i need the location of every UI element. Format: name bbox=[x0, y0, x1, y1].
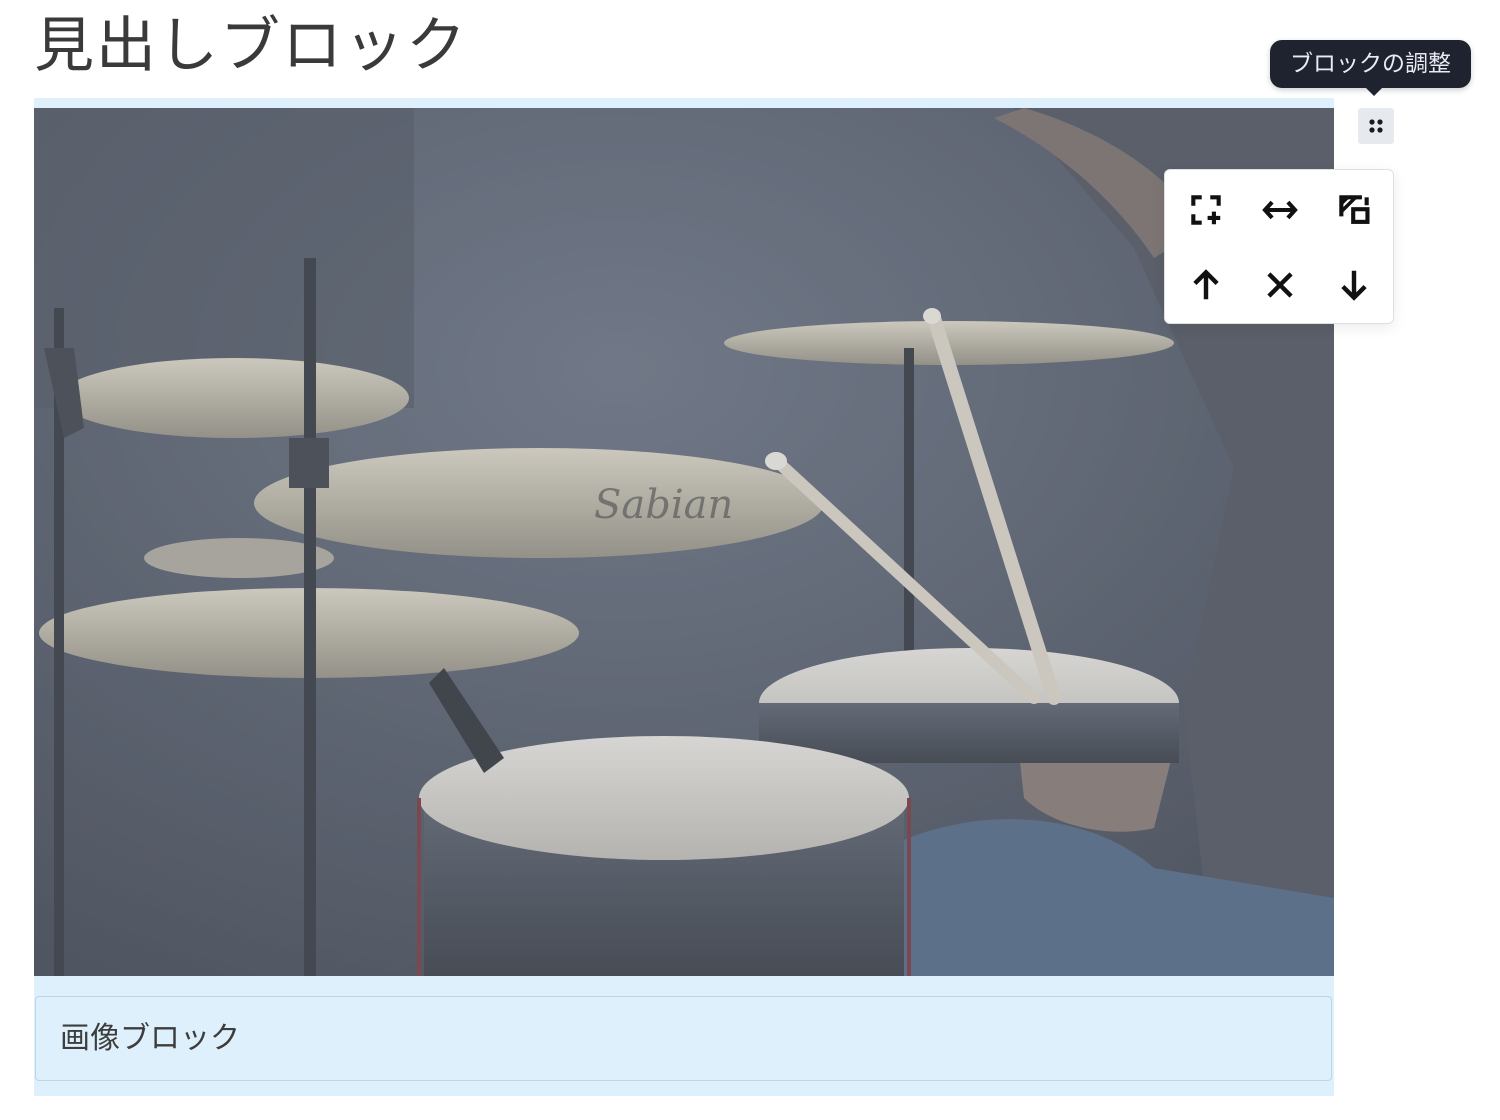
move-down-icon bbox=[1341, 270, 1367, 301]
move-up-icon bbox=[1193, 268, 1219, 299]
drag-handle-button[interactable] bbox=[1358, 108, 1394, 144]
heading-block[interactable]: 見出しブロック bbox=[34, 6, 468, 86]
replace-image-icon bbox=[1339, 194, 1370, 224]
resize-horizontal-icon bbox=[1262, 200, 1298, 219]
replace-image-button[interactable] bbox=[1317, 172, 1391, 247]
drum-kit-image[interactable]: Sabian bbox=[34, 108, 1334, 976]
move-up-button[interactable] bbox=[1169, 247, 1243, 322]
add-block-button[interactable] bbox=[1169, 172, 1243, 247]
delete-block-button[interactable] bbox=[1243, 247, 1317, 322]
image-selected-overlay bbox=[34, 108, 1334, 976]
block-adjust-tooltip: ブロックの調整 bbox=[1270, 40, 1471, 96]
add-block-icon bbox=[1191, 194, 1221, 225]
delete-icon bbox=[1267, 271, 1293, 298]
resize-horizontal-button[interactable] bbox=[1243, 172, 1317, 247]
move-down-button[interactable] bbox=[1317, 247, 1391, 322]
block-actions-menu bbox=[1164, 169, 1394, 324]
editor-canvas: 見出しブロック Sabian 画像ブロック ブロックの調整 bbox=[0, 0, 1500, 1120]
drag-handle-icon bbox=[1369, 119, 1383, 133]
image-caption-text: 画像ブロック bbox=[60, 1021, 240, 1056]
image-caption-block[interactable]: 画像ブロック bbox=[35, 996, 1332, 1081]
